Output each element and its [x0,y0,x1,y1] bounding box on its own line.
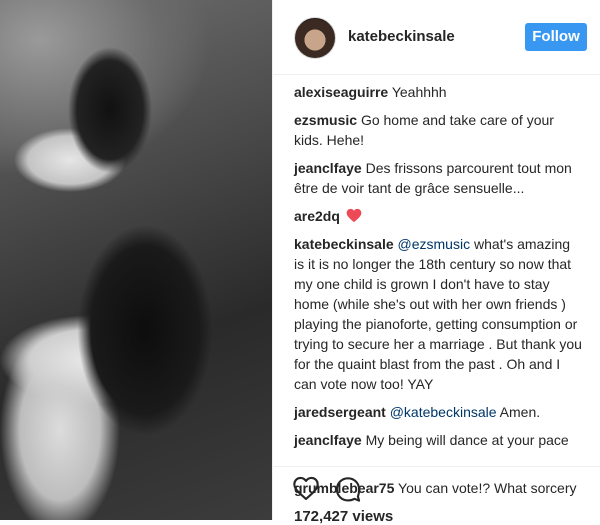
panel-divider [272,0,273,520]
comment-username[interactable]: jeanclfaye [294,160,362,176]
post-username[interactable]: katebeckinsale [348,28,455,45]
view-count: 172,427 views [294,508,394,525]
comment-item: alexiseaguirre Yeahhhh [294,82,584,102]
comment-item: jaredsergeant @katebeckinsale Amen. [294,402,584,422]
post-header: katebeckinsale Follow [272,0,600,75]
comment-text: Amen. [499,404,541,420]
comment-bubble-icon[interactable] [334,475,362,503]
action-bar: 172,427 views [272,466,600,525]
follow-button[interactable]: Follow [525,23,587,51]
avatar[interactable] [294,17,336,59]
comments-list[interactable]: alexiseaguirre Yeahhhh ezsmusic Go home … [294,82,584,506]
comment-username[interactable]: are2dq [294,208,340,224]
comment-item: are2dq [294,206,584,226]
comment-text: Yeahhhh [391,84,447,100]
comment-item: ezsmusic Go home and take care of your k… [294,110,584,150]
red-heart-icon [346,208,362,223]
comment-username[interactable]: alexiseaguirre [294,84,388,100]
comment-mention[interactable]: @katebeckinsale [390,404,497,420]
comment-item: jeanclfaye Des frissons parcourent tout … [294,158,584,198]
comments-scroll-mask [273,454,600,466]
comment-username[interactable]: jaredsergeant [294,404,386,420]
comment-mention[interactable]: @ezsmusic [398,236,471,252]
post-photo[interactable] [0,0,272,520]
comment-username[interactable]: ezsmusic [294,112,357,128]
comment-text: what's amazing is it is no longer the 18… [294,236,582,392]
comment-item: katebeckinsale @ezsmusic what's amazing … [294,234,584,394]
comment-username[interactable]: katebeckinsale [294,236,394,252]
comment-username[interactable]: jeanclfaye [294,432,362,448]
heart-outline-icon[interactable] [292,475,320,503]
